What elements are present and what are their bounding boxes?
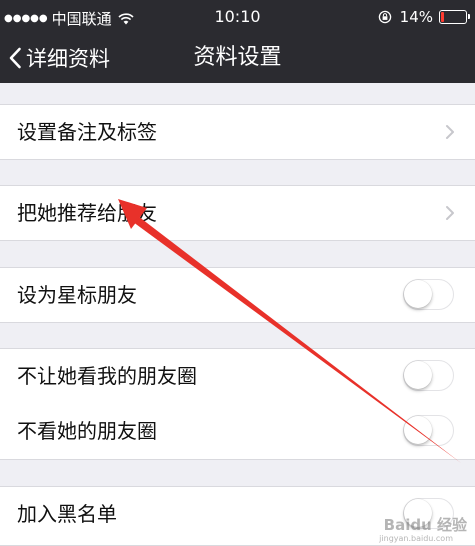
not-view-moments-label: 不看她的朋友圈 — [17, 419, 157, 443]
toggle-knob — [404, 280, 432, 308]
battery-level — [441, 12, 444, 22]
star-friend-row: 设为星标朋友 — [0, 267, 475, 323]
battery-percent: 14% — [399, 8, 433, 26]
remark-tags-label: 设置备注及标签 — [17, 120, 157, 144]
blacklist-toggle[interactable] — [403, 498, 454, 529]
hide-moments-label: 不让她看我的朋友圈 — [17, 364, 197, 388]
rotation-lock-icon — [378, 10, 391, 24]
status-right: 14% — [378, 8, 470, 26]
hide-moments-toggle[interactable] — [403, 360, 454, 391]
not-view-moments-row: 不看她的朋友圈 — [0, 404, 475, 460]
back-label: 详细资料 — [26, 47, 110, 71]
star-friend-label: 设为星标朋友 — [17, 283, 137, 307]
navigation-bar: 详细资料 资料设置 — [0, 33, 475, 83]
back-button[interactable]: 详细资料 — [8, 33, 110, 83]
toggle-knob — [404, 499, 432, 527]
chevron-left-icon — [9, 47, 21, 69]
blacklist-label: 加入黑名单 — [17, 502, 117, 526]
remark-tags-row[interactable]: 设置备注及标签 — [0, 104, 475, 160]
blacklist-row: 加入黑名单 — [0, 486, 475, 546]
chevron-right-icon — [446, 125, 454, 139]
recommend-friend-row[interactable]: 把她推荐给朋友 — [0, 185, 475, 241]
toggle-knob — [404, 416, 432, 444]
not-view-moments-toggle[interactable] — [403, 415, 454, 446]
recommend-friend-label: 把她推荐给朋友 — [17, 201, 157, 225]
chevron-right-icon — [446, 206, 454, 220]
battery-icon — [439, 10, 470, 24]
hide-moments-row: 不让她看我的朋友圈 — [0, 348, 475, 405]
toggle-knob — [404, 361, 432, 389]
star-friend-toggle[interactable] — [403, 279, 454, 310]
status-bar: ●●●●● 中国联通 10:10 14% — [0, 0, 475, 33]
